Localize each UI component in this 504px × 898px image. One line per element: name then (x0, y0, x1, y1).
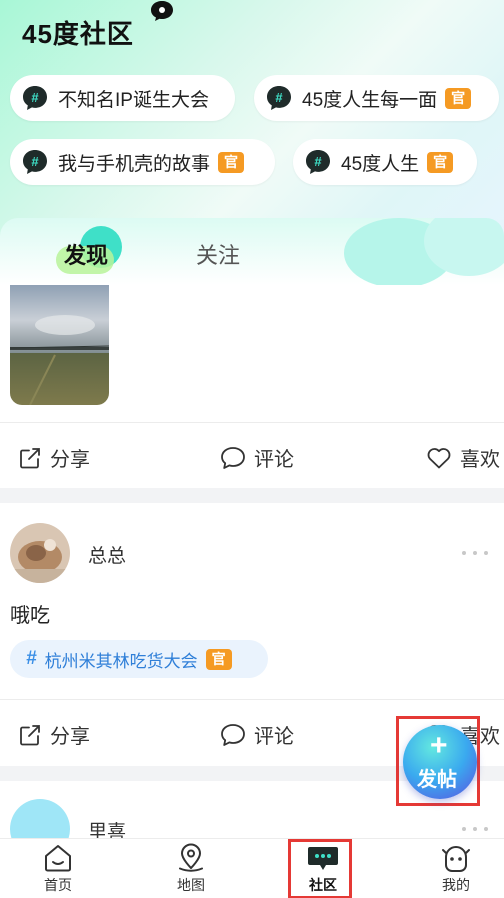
post-topic-tag[interactable]: # 杭州米其林吃货大会 官 (10, 640, 268, 678)
profile-face-icon (442, 846, 470, 872)
post-card: 分享 评论 喜欢 (0, 285, 504, 488)
official-badge: 官 (445, 87, 472, 109)
bottom-navigation: 首页 地图 社区 我的 (0, 838, 504, 898)
post-action-bar: 分享 评论 喜欢 (0, 422, 504, 488)
chat-bubble-logo-icon (151, 1, 173, 21)
more-options-icon[interactable] (462, 551, 488, 555)
comment-icon (221, 723, 245, 746)
svg-text:#: # (275, 90, 283, 105)
share-icon (20, 447, 40, 468)
like-label: 喜欢 (460, 449, 500, 471)
post-text: 哦吃 (10, 605, 50, 627)
post-image[interactable] (10, 285, 109, 405)
topic-chip[interactable]: # 45度人生 官 (293, 139, 477, 185)
share-label: 分享 (50, 449, 90, 471)
comment-label: 评论 (254, 449, 294, 471)
more-options-icon[interactable] (462, 827, 488, 831)
svg-text:#: # (314, 154, 322, 169)
svg-text:#: # (31, 154, 39, 169)
share-button[interactable]: 分享 (18, 443, 90, 472)
topic-chip[interactable]: # 不知名IP诞生大会 (10, 75, 235, 121)
plus-icon: + (430, 729, 448, 762)
username[interactable]: 里喜 (88, 817, 126, 838)
create-post-label: 发帖 (417, 769, 457, 791)
hashtag-bubble-icon: # (23, 150, 47, 174)
topic-tag-label: 杭州米其林吃货大会 (44, 651, 198, 671)
community-header: 45度社区 # 不知名IP诞生大会 # 45度人生每一面 官 # 我与手机壳的故… (0, 0, 504, 285)
topic-label: 45度人生每一面 (302, 89, 438, 111)
tab-follow[interactable]: 关注 (196, 238, 240, 270)
official-badge: 官 (218, 151, 245, 173)
comment-button[interactable]: 评论 (220, 443, 294, 472)
share-icon (20, 724, 40, 745)
topic-label: 我与手机壳的故事 (58, 153, 211, 175)
hashtag-bubble-icon: # (306, 150, 330, 174)
hashtag-bubble-icon: # (267, 86, 291, 110)
heart-icon (427, 447, 451, 468)
nav-home[interactable]: 首页 (28, 843, 88, 895)
nav-label: 我的 (442, 877, 470, 893)
nav-label: 首页 (44, 877, 72, 893)
tab-discover[interactable]: 发现 (64, 238, 108, 270)
hashtag-bubble-icon: # (23, 86, 47, 110)
user-avatar[interactable] (10, 523, 70, 583)
svg-text:#: # (31, 90, 39, 105)
username[interactable]: 总总 (88, 541, 126, 568)
map-pin-icon (179, 843, 203, 872)
hashtag-icon: # (26, 648, 37, 669)
share-label: 分享 (50, 726, 90, 748)
app-title: 45度社区 (22, 19, 134, 49)
avatar-photo (10, 523, 70, 583)
feed-tabs: 发现 关注 (0, 218, 504, 285)
create-post-highlight: + 发帖 (396, 716, 480, 806)
home-icon (45, 845, 71, 872)
landscape-photo (10, 285, 109, 405)
like-button[interactable]: 喜欢 (426, 443, 500, 472)
share-button[interactable]: 分享 (18, 720, 90, 749)
comment-icon (221, 446, 245, 469)
nav-map[interactable]: 地图 (161, 843, 221, 895)
official-badge: 官 (205, 648, 232, 670)
official-badge: 官 (427, 151, 454, 173)
topic-chip[interactable]: # 我与手机壳的故事 官 (10, 139, 275, 185)
nav-mine[interactable]: 我的 (426, 843, 486, 895)
topic-chip[interactable]: # 45度人生每一面 官 (254, 75, 499, 121)
comment-button[interactable]: 评论 (220, 720, 294, 749)
create-post-button[interactable]: + 发帖 (403, 725, 477, 799)
user-avatar[interactable] (10, 799, 70, 838)
nav-label: 地图 (177, 877, 205, 893)
topic-label: 45度人生 (341, 153, 420, 175)
topic-label: 不知名IP诞生大会 (58, 89, 209, 111)
comment-label: 评论 (254, 726, 294, 748)
active-nav-highlight (288, 839, 352, 898)
